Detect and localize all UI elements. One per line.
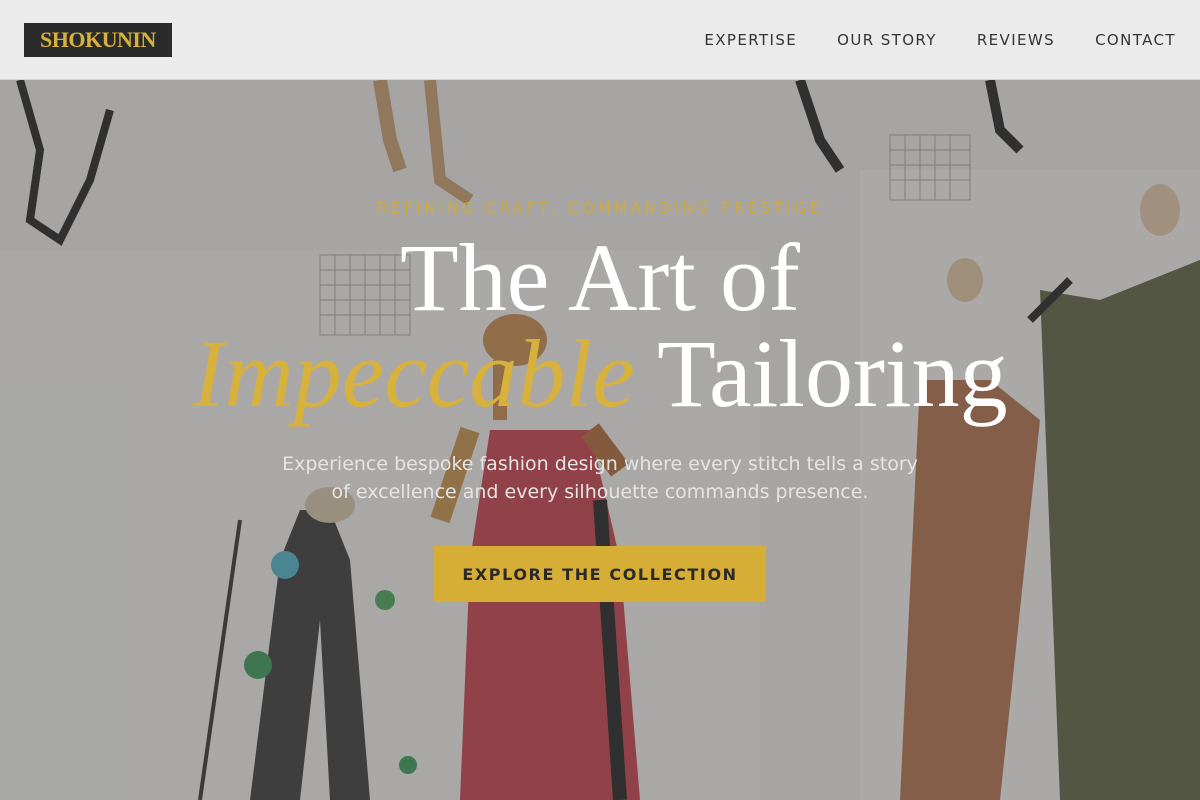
explore-collection-button[interactable]: EXPLORE THE COLLECTION	[434, 546, 766, 602]
hero-headline: The Art of Impeccable Tailoring	[0, 230, 1200, 422]
headline-accent-word: Impeccable	[192, 320, 635, 427]
hero-subhead: Experience bespoke fashion design where …	[282, 453, 918, 503]
hero-eyebrow: REFINING CRAFT, COMMANDING PRESTIGE	[376, 199, 824, 217]
hero-section: REFINING CRAFT, COMMANDING PRESTIGE The …	[0, 0, 1200, 800]
headline-line-2-rest: Tailoring	[657, 320, 1008, 427]
headline-line-2: Impeccable Tailoring	[0, 326, 1200, 422]
headline-line-1: The Art of	[400, 224, 800, 331]
